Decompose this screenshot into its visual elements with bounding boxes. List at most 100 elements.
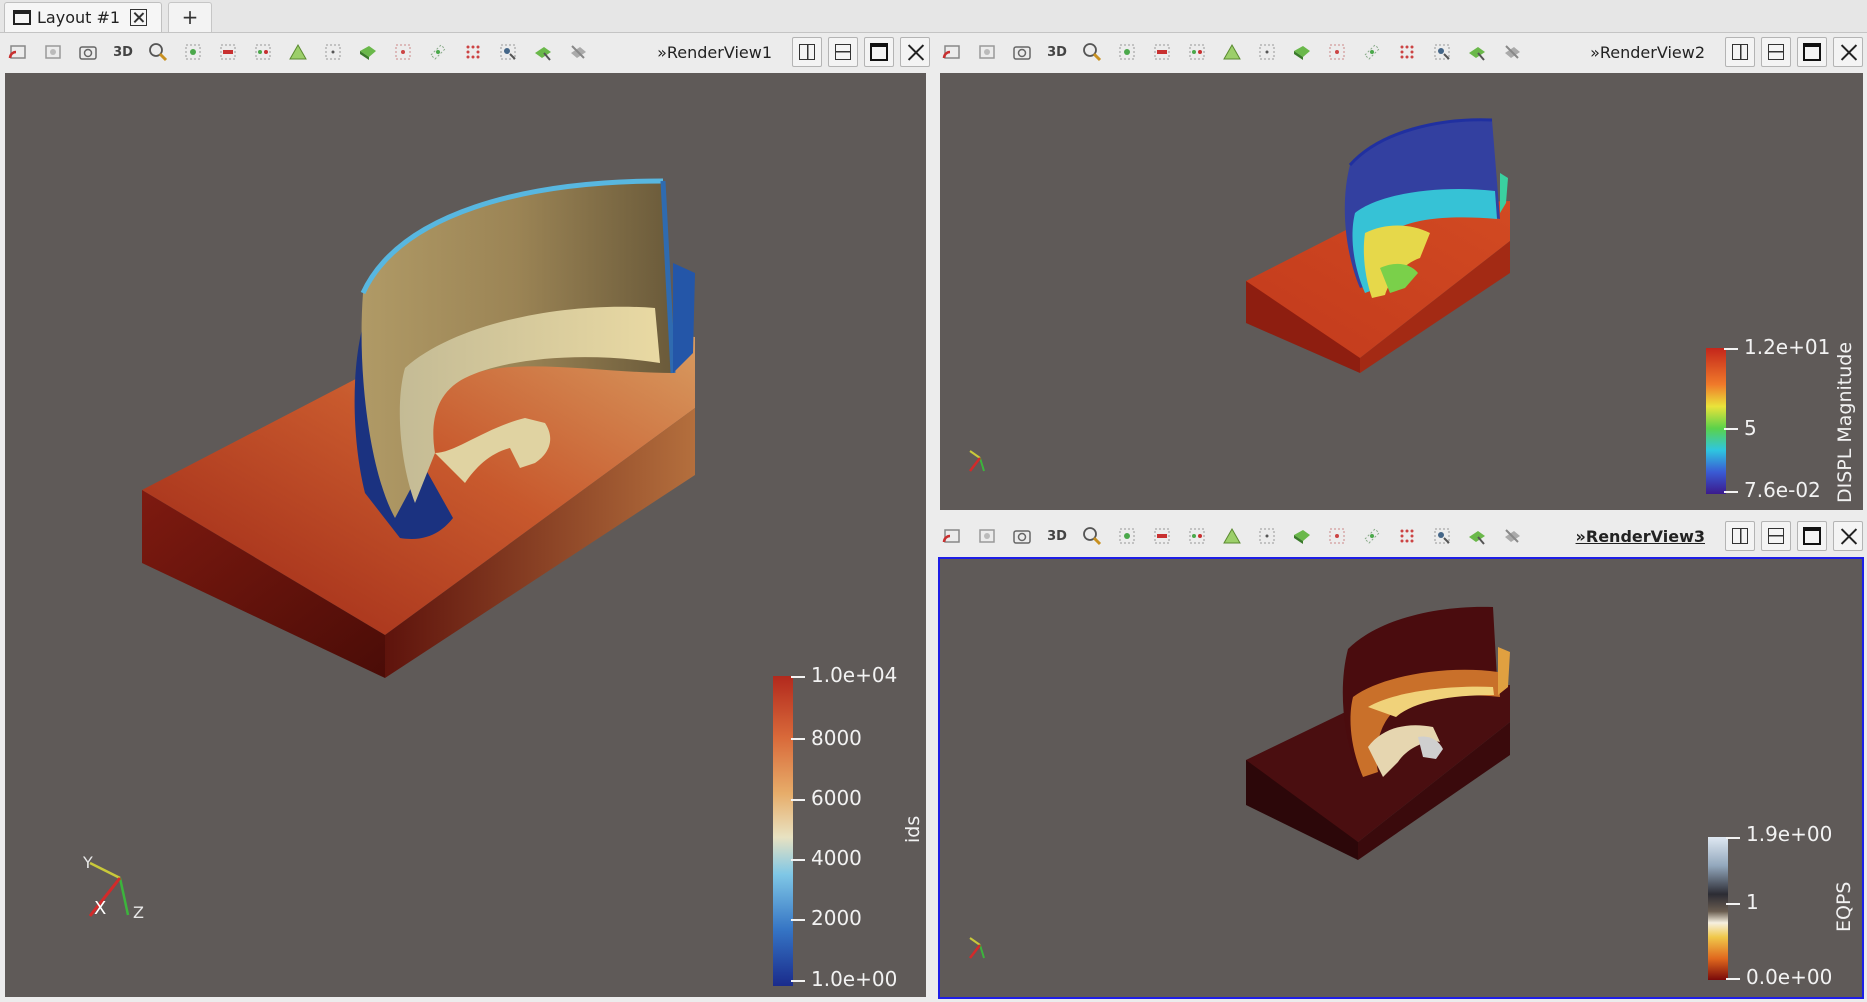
screenshot-icon[interactable] bbox=[1010, 524, 1034, 548]
clear-selection-icon[interactable] bbox=[1500, 40, 1524, 64]
select-polygon-points-icon[interactable] bbox=[391, 40, 415, 64]
ids-tick-3 bbox=[791, 859, 805, 861]
reset-camera-icon[interactable] bbox=[940, 40, 964, 64]
select-polygon-cells-icon[interactable] bbox=[1290, 524, 1314, 548]
select-cells-frustum-icon[interactable] bbox=[1220, 524, 1244, 548]
zoom-closest-icon[interactable] bbox=[41, 40, 65, 64]
close-view-button[interactable] bbox=[1833, 37, 1863, 67]
reset-camera-icon[interactable] bbox=[940, 524, 964, 548]
orientation-axes: Y X Z bbox=[82, 853, 144, 922]
interactive-select-points-icon[interactable] bbox=[1395, 40, 1419, 64]
close-view-button[interactable] bbox=[900, 37, 930, 67]
maximize-button[interactable] bbox=[1797, 521, 1827, 551]
ids-colorbar-title: ids bbox=[902, 815, 924, 843]
clear-selection-icon[interactable] bbox=[1500, 524, 1524, 548]
3d-toggle-button[interactable]: 3D bbox=[1045, 40, 1069, 64]
hover-cells-icon[interactable] bbox=[1465, 40, 1489, 64]
interactive-select-cells-icon[interactable] bbox=[1360, 524, 1384, 548]
interactive-select-cells-icon[interactable] bbox=[1360, 40, 1384, 64]
hover-points-icon[interactable] bbox=[496, 40, 520, 64]
eqps-tick-1 bbox=[1726, 903, 1740, 905]
eqps-colorbar-title: EQPS bbox=[1833, 881, 1855, 932]
ids-tick-1 bbox=[791, 738, 805, 740]
axis-y-label: Y bbox=[82, 853, 93, 872]
renderview3-toolbar: 3D »RenderView3 bbox=[940, 519, 1863, 553]
eqps-tick-0 bbox=[1726, 837, 1740, 839]
renderview3-viewport[interactable]: 1.9e+00 1 0.0e+00 EQPS bbox=[938, 557, 1864, 999]
add-tab-button[interactable]: + bbox=[168, 2, 212, 32]
interactive-select-points-icon[interactable] bbox=[1395, 524, 1419, 548]
3d-toggle-button[interactable]: 3D bbox=[111, 40, 135, 64]
rv1-title[interactable]: »RenderView1 bbox=[657, 43, 772, 62]
split-horizontal-button[interactable] bbox=[1725, 521, 1755, 551]
hover-cells-icon[interactable] bbox=[1465, 524, 1489, 548]
select-cells-on-icon[interactable] bbox=[1115, 524, 1139, 548]
axis-x-label: X bbox=[94, 898, 106, 919]
renderview1-viewport[interactable]: Y X Z 1.0e+04 8000 6000 4000 2000 1.0e+0… bbox=[5, 73, 926, 997]
window-icon bbox=[13, 10, 31, 25]
eqps-label-max: 1.9e+00 bbox=[1746, 822, 1833, 846]
hover-points-icon[interactable] bbox=[1430, 524, 1454, 548]
split-horizontal-button[interactable] bbox=[1725, 37, 1755, 67]
displ-tick-2 bbox=[1724, 491, 1738, 493]
displ-colorbar-title: DISPL Magnitude bbox=[1834, 341, 1856, 503]
select-cells-on-icon[interactable] bbox=[181, 40, 205, 64]
ids-tick-5 bbox=[791, 980, 805, 982]
screenshot-icon[interactable] bbox=[1010, 40, 1034, 64]
select-points-frustum-icon[interactable] bbox=[321, 40, 345, 64]
3d-toggle-button[interactable]: 3D bbox=[1045, 524, 1069, 548]
ids-tick-4 bbox=[791, 919, 805, 921]
close-tab-icon[interactable] bbox=[130, 9, 148, 26]
displ-tick-1 bbox=[1724, 428, 1738, 430]
eqps-colorbar bbox=[1708, 837, 1728, 980]
close-view-button[interactable] bbox=[1833, 521, 1863, 551]
hover-points-icon[interactable] bbox=[1430, 40, 1454, 64]
select-points-frustum-icon[interactable] bbox=[1255, 40, 1279, 64]
select-polygon-points-icon[interactable] bbox=[1325, 40, 1349, 64]
interactive-select-cells-icon[interactable] bbox=[426, 40, 450, 64]
select-polygon-cells-icon[interactable] bbox=[356, 40, 380, 64]
eqps-label-min: 0.0e+00 bbox=[1746, 965, 1833, 989]
zoom-to-box-icon[interactable] bbox=[146, 40, 170, 64]
select-polygon-points-icon[interactable] bbox=[1325, 524, 1349, 548]
split-horizontal-button[interactable] bbox=[792, 37, 822, 67]
reset-camera-icon[interactable] bbox=[6, 40, 30, 64]
select-points-on-icon[interactable] bbox=[251, 40, 275, 64]
select-cells-frustum-icon[interactable] bbox=[1220, 40, 1244, 64]
select-polygon-cells-icon[interactable] bbox=[1290, 40, 1314, 64]
deselect-icon[interactable] bbox=[1150, 524, 1174, 548]
maximize-button[interactable] bbox=[1797, 37, 1827, 67]
rv2-title[interactable]: »RenderView2 bbox=[1590, 43, 1705, 62]
select-points-on-icon[interactable] bbox=[1185, 524, 1209, 548]
layout-tab[interactable]: Layout #1 bbox=[4, 2, 162, 32]
ids-colorbar bbox=[773, 676, 793, 986]
select-cells-on-icon[interactable] bbox=[1115, 40, 1139, 64]
ids-label-max: 1.0e+04 bbox=[811, 663, 898, 687]
clear-selection-icon[interactable] bbox=[566, 40, 590, 64]
deselect-icon[interactable] bbox=[1150, 40, 1174, 64]
screenshot-icon[interactable] bbox=[76, 40, 100, 64]
deselect-icon[interactable] bbox=[216, 40, 240, 64]
hover-cells-icon[interactable] bbox=[531, 40, 555, 64]
ids-label-6000: 6000 bbox=[811, 786, 862, 810]
renderview2-viewport[interactable]: 1.2e+01 5 7.6e-02 DISPL Magnitude bbox=[940, 73, 1863, 510]
split-vertical-button[interactable] bbox=[828, 37, 858, 67]
ids-label-8000: 8000 bbox=[811, 726, 862, 750]
displ-tick-0 bbox=[1724, 348, 1738, 350]
split-vertical-button[interactable] bbox=[1761, 37, 1791, 67]
ids-label-min: 1.0e+00 bbox=[811, 967, 898, 991]
orientation-axes-3 bbox=[969, 937, 985, 959]
displ-colorbar bbox=[1706, 348, 1726, 494]
select-points-frustum-icon[interactable] bbox=[1255, 524, 1279, 548]
zoom-to-box-icon[interactable] bbox=[1080, 524, 1104, 548]
zoom-closest-icon[interactable] bbox=[975, 524, 999, 548]
split-vertical-button[interactable] bbox=[1761, 521, 1791, 551]
select-points-on-icon[interactable] bbox=[1185, 40, 1209, 64]
ids-label-4000: 4000 bbox=[811, 846, 862, 870]
maximize-button[interactable] bbox=[864, 37, 894, 67]
interactive-select-points-icon[interactable] bbox=[461, 40, 485, 64]
select-cells-frustum-icon[interactable] bbox=[286, 40, 310, 64]
rv3-title[interactable]: »RenderView3 bbox=[1576, 527, 1705, 546]
zoom-closest-icon[interactable] bbox=[975, 40, 999, 64]
zoom-to-box-icon[interactable] bbox=[1080, 40, 1104, 64]
